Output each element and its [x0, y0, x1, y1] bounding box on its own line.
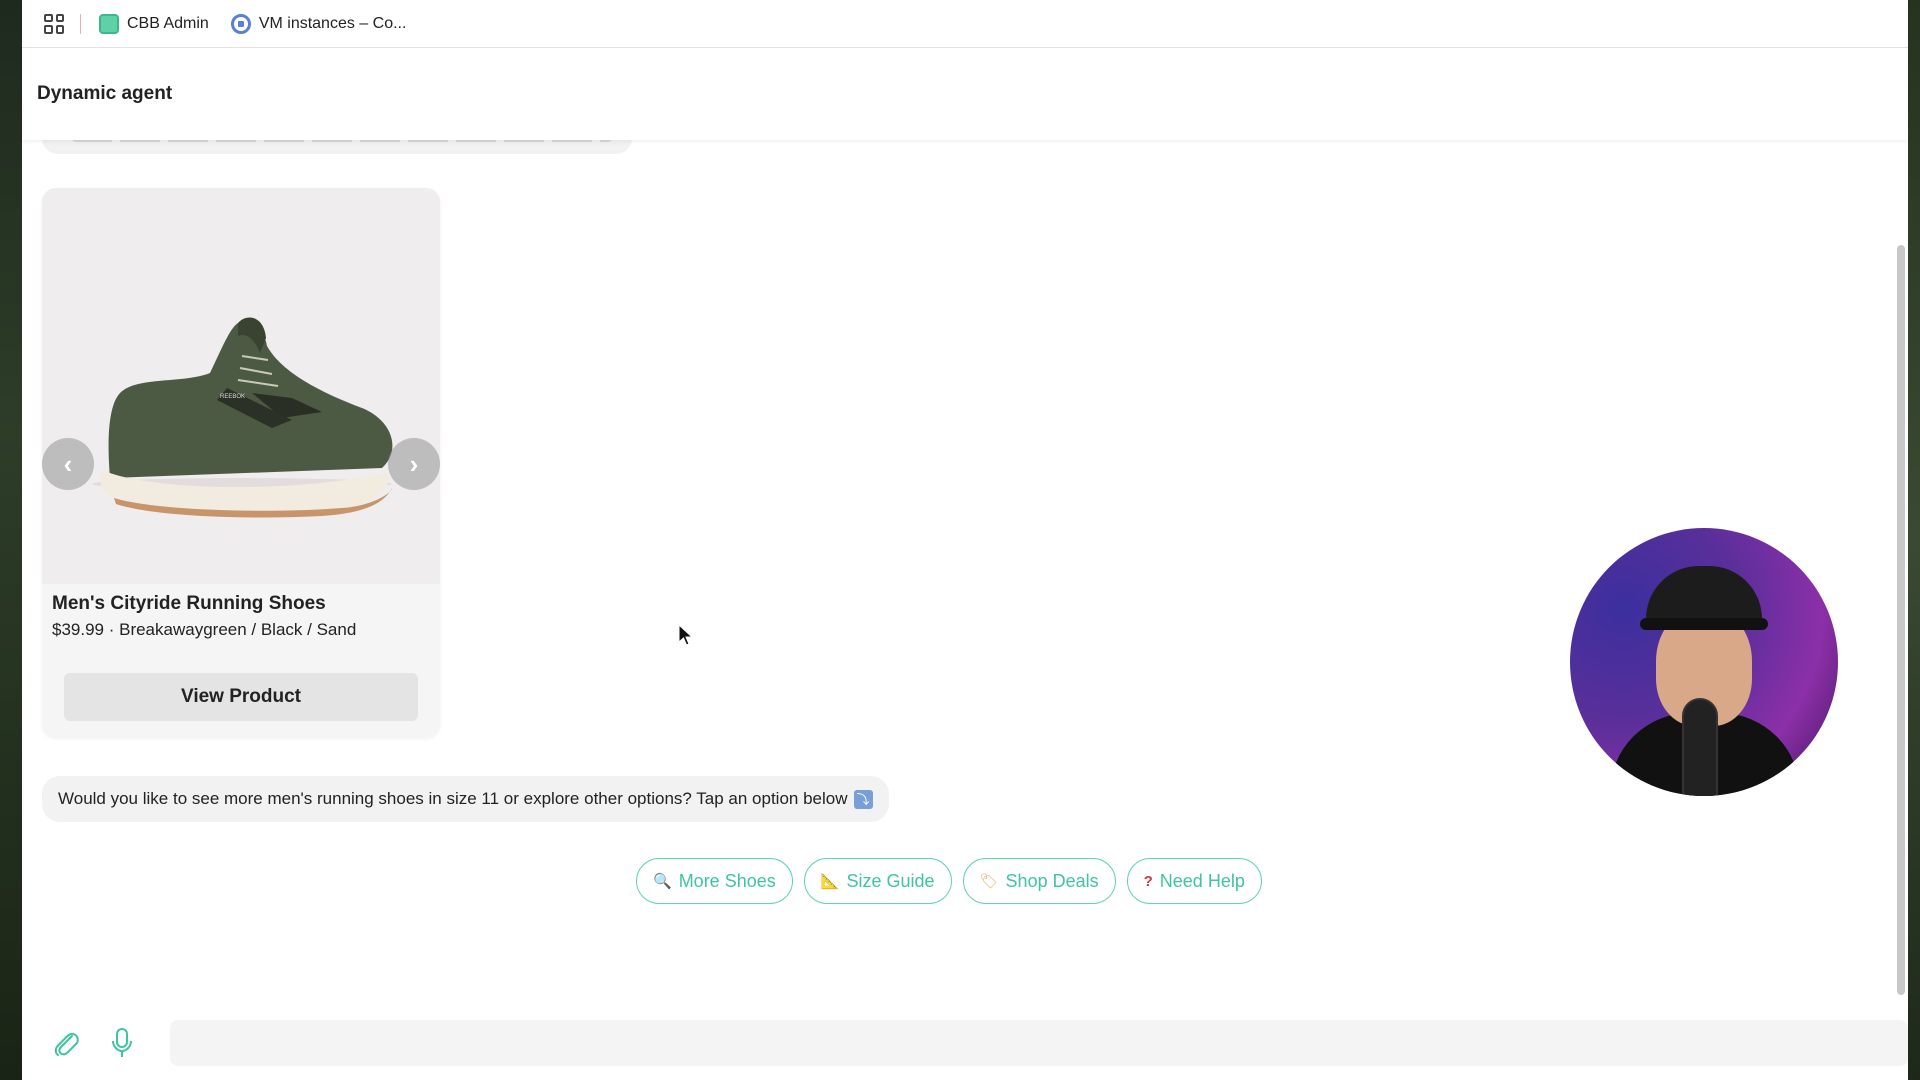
presenter-video-bubble	[1570, 528, 1838, 796]
tag-icon: 🏷	[979, 873, 999, 890]
page-title: Dynamic agent	[37, 83, 173, 104]
cbb-logo-icon	[99, 13, 119, 34]
quick-reply-label: Size Guide	[846, 870, 935, 891]
mouse-cursor-icon	[678, 623, 694, 646]
desktop-wallpaper-left	[0, 0, 22, 1080]
bookmarks-divider	[80, 13, 81, 34]
quick-replies: 🔍 More Shoes 📐 Size Guide 🏷 Shop Deals ?…	[636, 858, 1262, 904]
voice-input-button[interactable]	[106, 1025, 138, 1061]
bookmark-label: VM instances – Co...	[258, 14, 407, 32]
quick-reply-label: Need Help	[1159, 870, 1245, 891]
scrollbar-thumb[interactable]	[1897, 245, 1905, 995]
browser-window: CBB Admin VM instances – Co... Dynamic a…	[22, 0, 1908, 1080]
quick-reply-shop-deals[interactable]: 🏷 Shop Deals	[962, 858, 1116, 904]
previous-message-bubble	[42, 140, 632, 154]
product-price-variant: $39.99 · Breakawaygreen / Black / Sand	[52, 620, 357, 639]
search-icon: 🔍	[653, 873, 672, 890]
running-shoe-image: REEBOK	[92, 317, 393, 518]
product-title: Men's Cityride Running Shoes	[52, 593, 326, 614]
quick-reply-size-guide[interactable]: 📐 Size Guide	[803, 858, 952, 904]
desktop-wallpaper-right	[1908, 0, 1920, 1080]
microphone-image	[1682, 698, 1718, 796]
product-image[interactable]: REEBOK	[42, 188, 440, 584]
product-card: REEBOK ‹ › Men's Cityride Running Shoes …	[42, 188, 440, 738]
quick-reply-need-help[interactable]: ? Need Help	[1126, 858, 1262, 904]
message-input[interactable]	[169, 1019, 1908, 1066]
carousel-next-button[interactable]: ›	[388, 438, 440, 490]
previous-message-text	[72, 140, 612, 142]
gcp-compute-icon	[230, 13, 251, 34]
chevron-right-icon: ›	[409, 448, 419, 479]
view-product-button[interactable]: View Product	[64, 673, 418, 721]
paperclip-icon	[54, 1032, 79, 1056]
svg-text:REEBOK: REEBOK	[220, 394, 245, 400]
bot-message-text: Would you like to see more men's running…	[58, 789, 848, 808]
quick-reply-more-shoes[interactable]: 🔍 More Shoes	[636, 858, 793, 904]
carousel-prev-button[interactable]: ‹	[42, 438, 94, 490]
chevron-left-icon: ‹	[63, 448, 73, 479]
bookmark-cbb-admin[interactable]: CBB Admin	[99, 13, 209, 34]
chat-scrollbar[interactable]	[1894, 140, 1908, 1005]
question-mark-icon: ?	[1143, 872, 1153, 890]
arrow-down-emoji-icon: ⤵	[853, 789, 873, 809]
attach-button[interactable]	[50, 1025, 82, 1061]
bookmark-label: CBB Admin	[127, 14, 209, 32]
quick-reply-label: More Shoes	[678, 870, 776, 891]
bot-message-bubble: Would you like to see more men's running…	[42, 776, 889, 822]
apps-grid-icon[interactable]	[44, 13, 64, 34]
bookmarks-bar: CBB Admin VM instances – Co...	[22, 0, 1908, 48]
presenter-cap-brim	[1640, 618, 1768, 630]
quick-reply-label: Shop Deals	[1005, 870, 1099, 891]
ruler-icon: 📐	[820, 873, 840, 890]
bookmark-vm-instances[interactable]: VM instances – Co...	[230, 13, 407, 34]
microphone-icon	[111, 1027, 132, 1057]
message-composer	[22, 1005, 1908, 1080]
chat-header: Dynamic agent	[22, 48, 1908, 140]
